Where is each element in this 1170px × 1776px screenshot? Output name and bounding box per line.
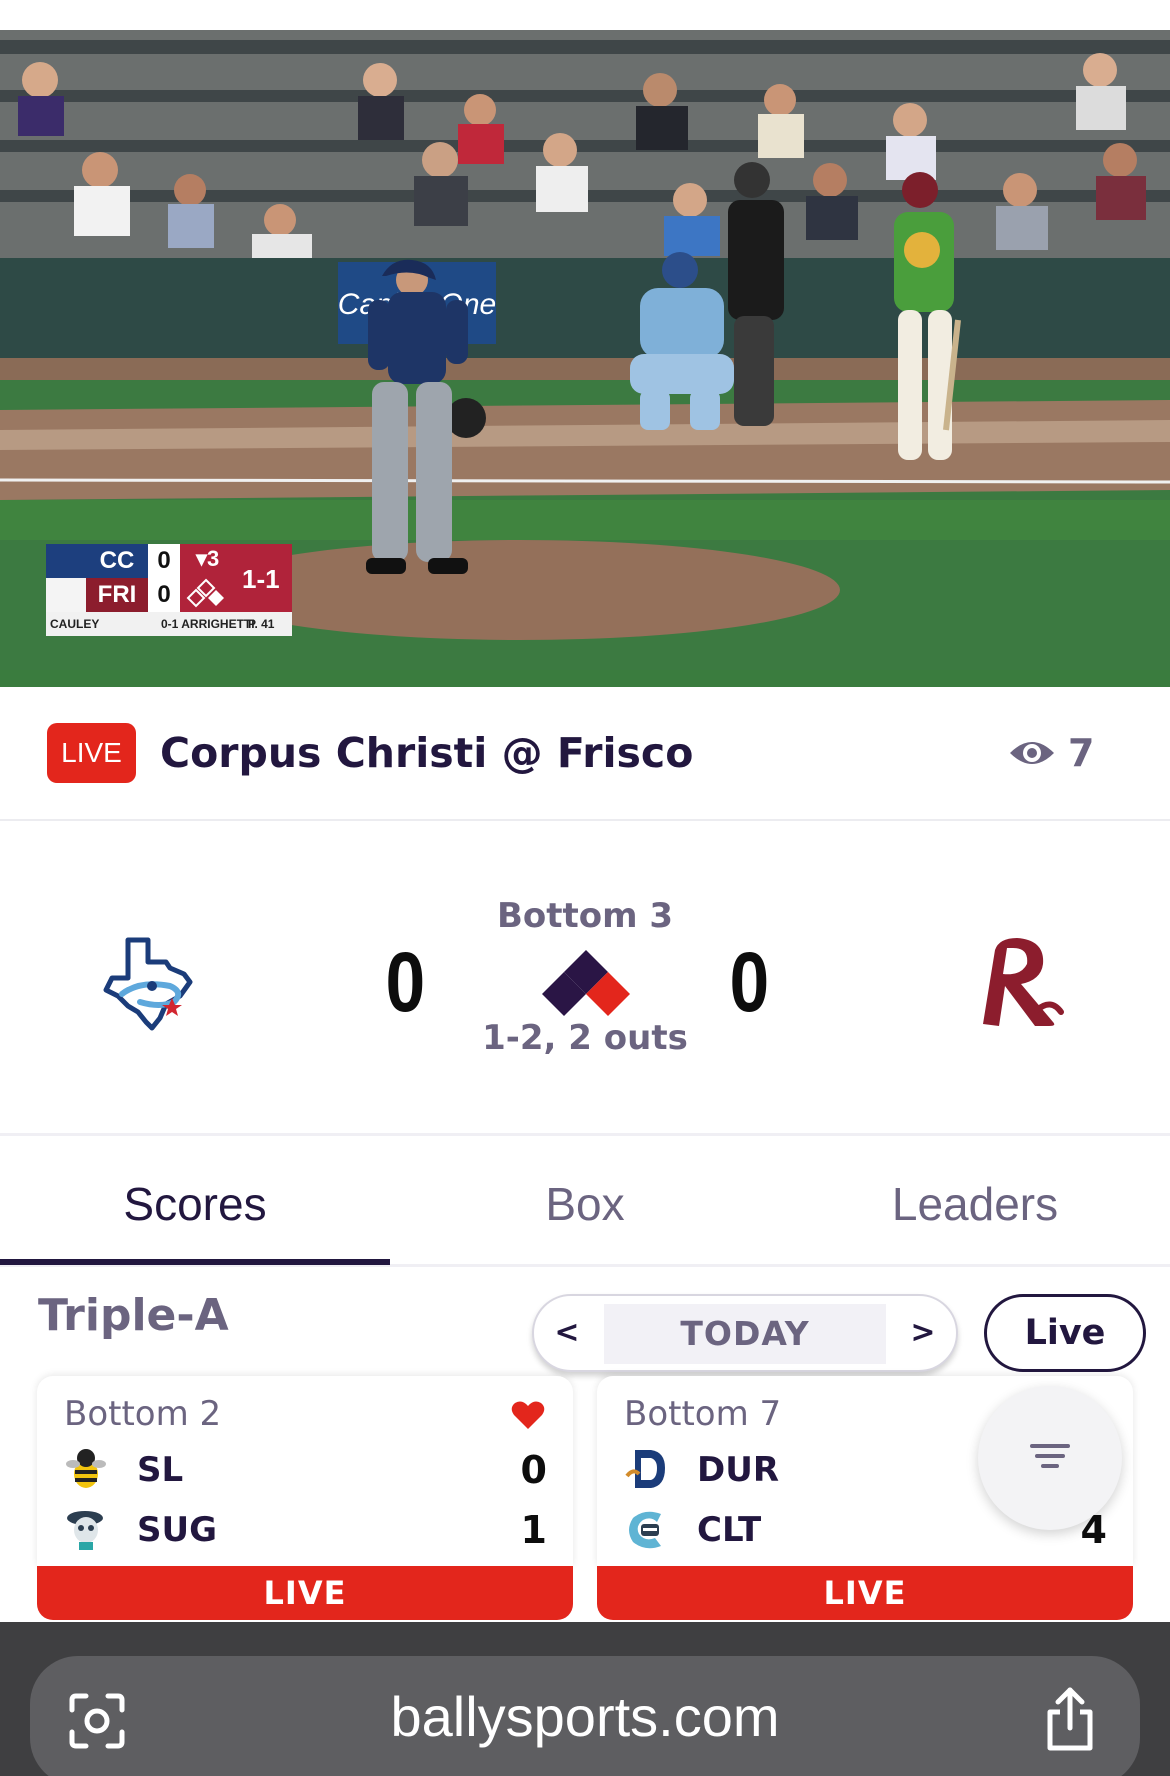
game-card-live-banner: LIVE [37, 1566, 573, 1620]
live-filter-button[interactable]: Live [984, 1294, 1146, 1372]
tab-leaders[interactable]: Leaders [780, 1137, 1170, 1263]
filter-icon [1030, 1444, 1070, 1448]
home-team-logo[interactable] [965, 932, 1065, 1032]
scorebug-pitcher: CAULEY [50, 617, 100, 631]
scorebug-batter: 0-1 ARRIGHETTI [161, 617, 255, 631]
date-next-button[interactable]: > [890, 1296, 956, 1370]
team-abbr: DUR [697, 1450, 780, 1490]
scorebug-away-score: 0 [148, 544, 180, 578]
game-matchup-title: Corpus Christi @ Frisco [160, 729, 694, 777]
home-bug-logo-icon [46, 578, 86, 612]
video-player[interactable]: Capital One [0, 30, 1170, 687]
scorebug: CC 0 FRI 0 ▾3 1-1 CAULEY 0-1 ARRIGHETTI [46, 544, 292, 664]
bases-diamond-icon [542, 950, 630, 1016]
app-root: Capital One [0, 0, 1170, 1776]
browser-toolbar: ballysports.com [0, 1622, 1170, 1776]
count-outs: 1-2, 2 outs [482, 1018, 688, 1058]
scorebug-home-abbr: FRI [97, 581, 137, 608]
date-prev-button[interactable]: < [534, 1296, 600, 1370]
scorebug-pitch-count: P. 41 [248, 617, 275, 631]
away-score: 0 [385, 935, 426, 1029]
live-badge: LIVE [47, 723, 136, 783]
scorebug-home-score: 0 [148, 578, 180, 612]
game-card-inning: Bottom 7 [624, 1394, 782, 1434]
team-abbr: SL [137, 1450, 184, 1490]
bee-icon [66, 1449, 106, 1488]
away-bug-logo-icon [46, 544, 86, 578]
game-card[interactable]: Bottom 2 SL 0 SUG 1 LIVE [37, 1376, 573, 1620]
game-card-body: Bottom 2 SL 0 SUG 1 [37, 1376, 573, 1566]
team-abbr: SUG [137, 1510, 218, 1550]
game-card-live-banner: LIVE [597, 1566, 1133, 1620]
home-score: 0 [729, 935, 770, 1029]
game-title-row: LIVE Corpus Christi @ Frisco 7 [0, 687, 1170, 821]
game-tabs: Scores Box Leaders [0, 1137, 1170, 1267]
filter-button[interactable] [978, 1386, 1122, 1530]
knight-icon [629, 1511, 661, 1549]
address-bar[interactable]: ballysports.com [30, 1656, 1140, 1776]
active-tab-indicator [0, 1259, 390, 1265]
scorebug-away-abbr: CC [99, 547, 135, 574]
scorebug-bases-icon [186, 578, 224, 608]
team-abbr: CLT [697, 1510, 762, 1550]
share-icon[interactable] [1042, 1686, 1098, 1752]
game-card-inning: Bottom 2 [64, 1394, 222, 1434]
game-card-team-row: SL 0 [37, 1442, 573, 1498]
inning-status: Bottom 3 [496, 896, 674, 936]
game-scoreboard: 0 Bottom 3 1-2, 2 outs 0 [0, 822, 1170, 1136]
league-heading: Triple-A [38, 1290, 229, 1341]
scorebug-inning: ▾3 [196, 546, 220, 571]
filter-icon [1041, 1464, 1059, 1468]
heart-icon[interactable] [511, 1400, 545, 1430]
team-score: 0 [520, 1448, 547, 1492]
scorebug-count: 1-1 [242, 564, 280, 594]
scorebug-footer: CAULEY 0-1 ARRIGHETTI P. 41 [46, 612, 292, 636]
date-label[interactable]: TODAY [604, 1304, 886, 1364]
eye-icon [1010, 742, 1054, 764]
url-text: ballysports.com [390, 1685, 780, 1748]
team-score: 1 [520, 1508, 547, 1552]
sugar-skull-icon [67, 1511, 103, 1550]
filter-icon [1035, 1454, 1065, 1458]
tab-box[interactable]: Box [390, 1137, 780, 1263]
game-card-team-row: SUG 1 [37, 1502, 573, 1558]
bull-icon [625, 1450, 665, 1488]
away-team-logo[interactable] [100, 932, 200, 1032]
date-navigator: < TODAY > [532, 1294, 958, 1372]
tab-scores[interactable]: Scores [0, 1137, 390, 1263]
viewer-count: 7 [1068, 731, 1095, 775]
